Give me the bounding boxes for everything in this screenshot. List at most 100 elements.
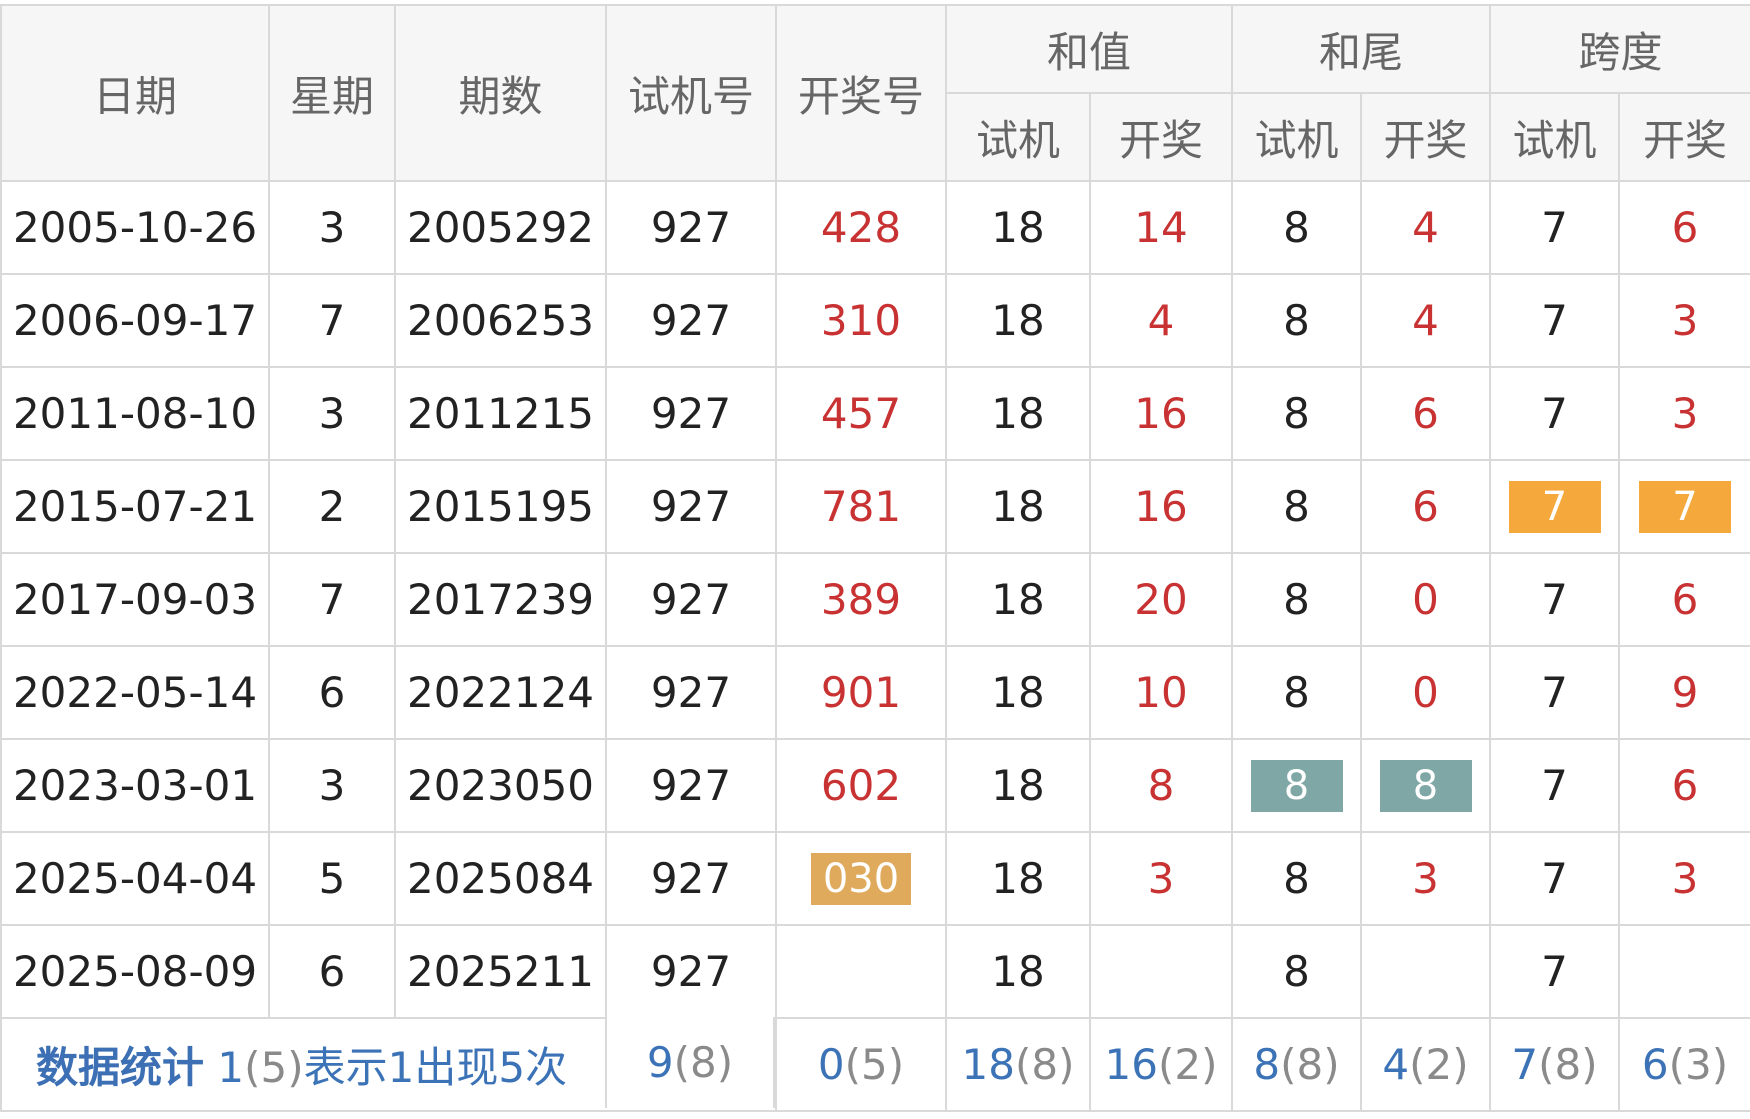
- cell-tail-draw: 3: [1360, 831, 1492, 926]
- cell-draw: 901: [775, 645, 947, 740]
- table-row: 2025-08-09 6 2025211 927 18 8 7: [0, 924, 1750, 1019]
- header-span-draw: 开奖: [1618, 92, 1750, 182]
- cell-trial: 927: [605, 738, 777, 833]
- cell-tail-trial: 8: [1231, 552, 1363, 647]
- cell-date: 2017-09-03: [0, 552, 270, 647]
- cell-trial: 927: [605, 831, 777, 926]
- stats-sum-trial: 18(8): [945, 1017, 1091, 1112]
- cell-tail-draw: 6: [1360, 366, 1492, 461]
- cell-trial: 927: [605, 552, 777, 647]
- header-tail-trial: 试机: [1231, 92, 1363, 182]
- span-match-badge: 7: [1639, 480, 1732, 533]
- cell-span-trial: 7: [1489, 924, 1621, 1019]
- cell-tail-draw: 8: [1360, 738, 1492, 833]
- header-sum-trial: 试机: [945, 92, 1091, 182]
- cell-span-trial: 7: [1489, 273, 1621, 368]
- cell-sum-draw: 10: [1088, 645, 1234, 740]
- cell-issue: 2023050: [394, 738, 607, 833]
- cell-weekday: 3: [268, 366, 396, 461]
- stats-tail-draw: 4(2): [1360, 1017, 1492, 1112]
- cell-trial: 927: [605, 645, 777, 740]
- table-row: 2011-08-10 3 2011215 927 457 18 16 8 6 7…: [0, 366, 1750, 461]
- cell-sum-trial: 18: [945, 738, 1091, 833]
- cell-issue: 2005292: [394, 180, 607, 275]
- stats-span-draw: 6(3): [1618, 1017, 1750, 1112]
- header-sum-tail: 和尾: [1231, 4, 1492, 94]
- cell-weekday: 6: [268, 924, 396, 1019]
- tail-match-badge: 8: [1379, 759, 1472, 812]
- cell-span-trial: 7: [1489, 645, 1621, 740]
- cell-draw: 602: [775, 738, 947, 833]
- cell-trial: 927: [605, 366, 777, 461]
- cell-issue: 2017239: [394, 552, 607, 647]
- cell-span-trial: 7: [1489, 552, 1621, 647]
- cell-date: 2025-08-09: [0, 924, 270, 1019]
- cell-span-draw: 3: [1618, 366, 1750, 461]
- cell-weekday: 3: [268, 180, 396, 275]
- cell-sum-trial: 18: [945, 366, 1091, 461]
- header-span: 跨度: [1489, 4, 1750, 94]
- cell-sum-trial: 18: [945, 552, 1091, 647]
- cell-sum-draw: 4: [1088, 273, 1234, 368]
- cell-issue: 2025084: [394, 831, 607, 926]
- header-span-trial: 试机: [1489, 92, 1621, 182]
- lottery-history-table: 日期 星期 期数 试机号 开奖号 和值 和尾 跨度 试机 开奖 试机 开奖 试机…: [0, 4, 1750, 1112]
- cell-issue: 2006253: [394, 273, 607, 368]
- table-row: 2022-05-14 6 2022124 927 901 18 10 8 0 7…: [0, 645, 1750, 740]
- cell-sum-trial: 18: [945, 645, 1091, 740]
- cell-span-trial: 7: [1489, 459, 1621, 554]
- cell-issue: 2015195: [394, 459, 607, 554]
- cell-date: 2025-04-04: [0, 831, 270, 926]
- cell-sum-draw: [1088, 924, 1234, 1019]
- cell-trial: 927: [605, 273, 777, 368]
- stats-row: 数据统计 1(5)表示1出现5次 0(5) 18(8) 16(2) 8(8) 4…: [0, 1017, 1750, 1112]
- cell-sum-draw: 16: [1088, 459, 1234, 554]
- table-row: 2005-10-26 3 2005292 927 428 18 14 8 4 7…: [0, 180, 1750, 275]
- table-row: 2023-03-01 3 2023050 927 602 18 8 8 8 7 …: [0, 738, 1750, 833]
- header-date: 日期: [0, 4, 270, 182]
- header-trial-number: 试机号: [605, 4, 777, 182]
- cell-sum-trial: 18: [945, 459, 1091, 554]
- cell-tail-trial: 8: [1231, 831, 1363, 926]
- table-row: 2015-07-21 2 2015195 927 781 18 16 8 6 7…: [0, 459, 1750, 554]
- header-weekday: 星期: [268, 4, 396, 182]
- cell-sum-trial: 18: [945, 924, 1091, 1019]
- cell-span-trial: 7: [1489, 366, 1621, 461]
- table-body: 2005-10-26 3 2005292 927 428 18 14 8 4 7…: [0, 180, 1750, 1112]
- cell-tail-trial: 8: [1231, 738, 1363, 833]
- cell-date: 2006-09-17: [0, 273, 270, 368]
- cell-tail-draw: 4: [1360, 180, 1492, 275]
- cell-weekday: 5: [268, 831, 396, 926]
- cell-tail-draw: 0: [1360, 645, 1492, 740]
- cell-weekday: 3: [268, 738, 396, 833]
- header-sum-draw: 开奖: [1088, 92, 1234, 182]
- stats-legend: 1(5)表示1出现5次: [217, 1043, 568, 1092]
- cell-draw: 310: [775, 273, 947, 368]
- header-draw-number: 开奖号: [775, 4, 947, 182]
- table-header: 日期 星期 期数 试机号 开奖号 和值 和尾 跨度 试机 开奖 试机 开奖 试机…: [0, 4, 1750, 182]
- cell-sum-trial: 18: [945, 831, 1091, 926]
- cell-weekday: 2: [268, 459, 396, 554]
- cell-tail-draw: [1360, 924, 1492, 1019]
- cell-tail-draw: 6: [1360, 459, 1492, 554]
- cell-date: 2022-05-14: [0, 645, 270, 740]
- cell-date: 2023-03-01: [0, 738, 270, 833]
- cell-issue: 2011215: [394, 366, 607, 461]
- cell-draw: 457: [775, 366, 947, 461]
- tail-match-badge: 8: [1250, 759, 1343, 812]
- cell-draw: 030: [775, 831, 947, 926]
- cell-span-draw: 6: [1618, 180, 1750, 275]
- cell-sum-draw: 20: [1088, 552, 1234, 647]
- cell-date: 2011-08-10: [0, 366, 270, 461]
- cell-sum-trial: 18: [945, 273, 1091, 368]
- cell-trial: 927: [605, 924, 777, 1019]
- cell-weekday: 6: [268, 645, 396, 740]
- cell-span-draw: 3: [1618, 831, 1750, 926]
- header-tail-draw: 开奖: [1360, 92, 1492, 182]
- cell-trial: 927: [605, 459, 777, 554]
- cell-span-trial: 7: [1489, 831, 1621, 926]
- cell-span-draw: 3: [1618, 273, 1750, 368]
- cell-span-draw: 7: [1618, 459, 1750, 554]
- header-sum: 和值: [944, 4, 1234, 94]
- cell-tail-trial: 8: [1231, 180, 1363, 275]
